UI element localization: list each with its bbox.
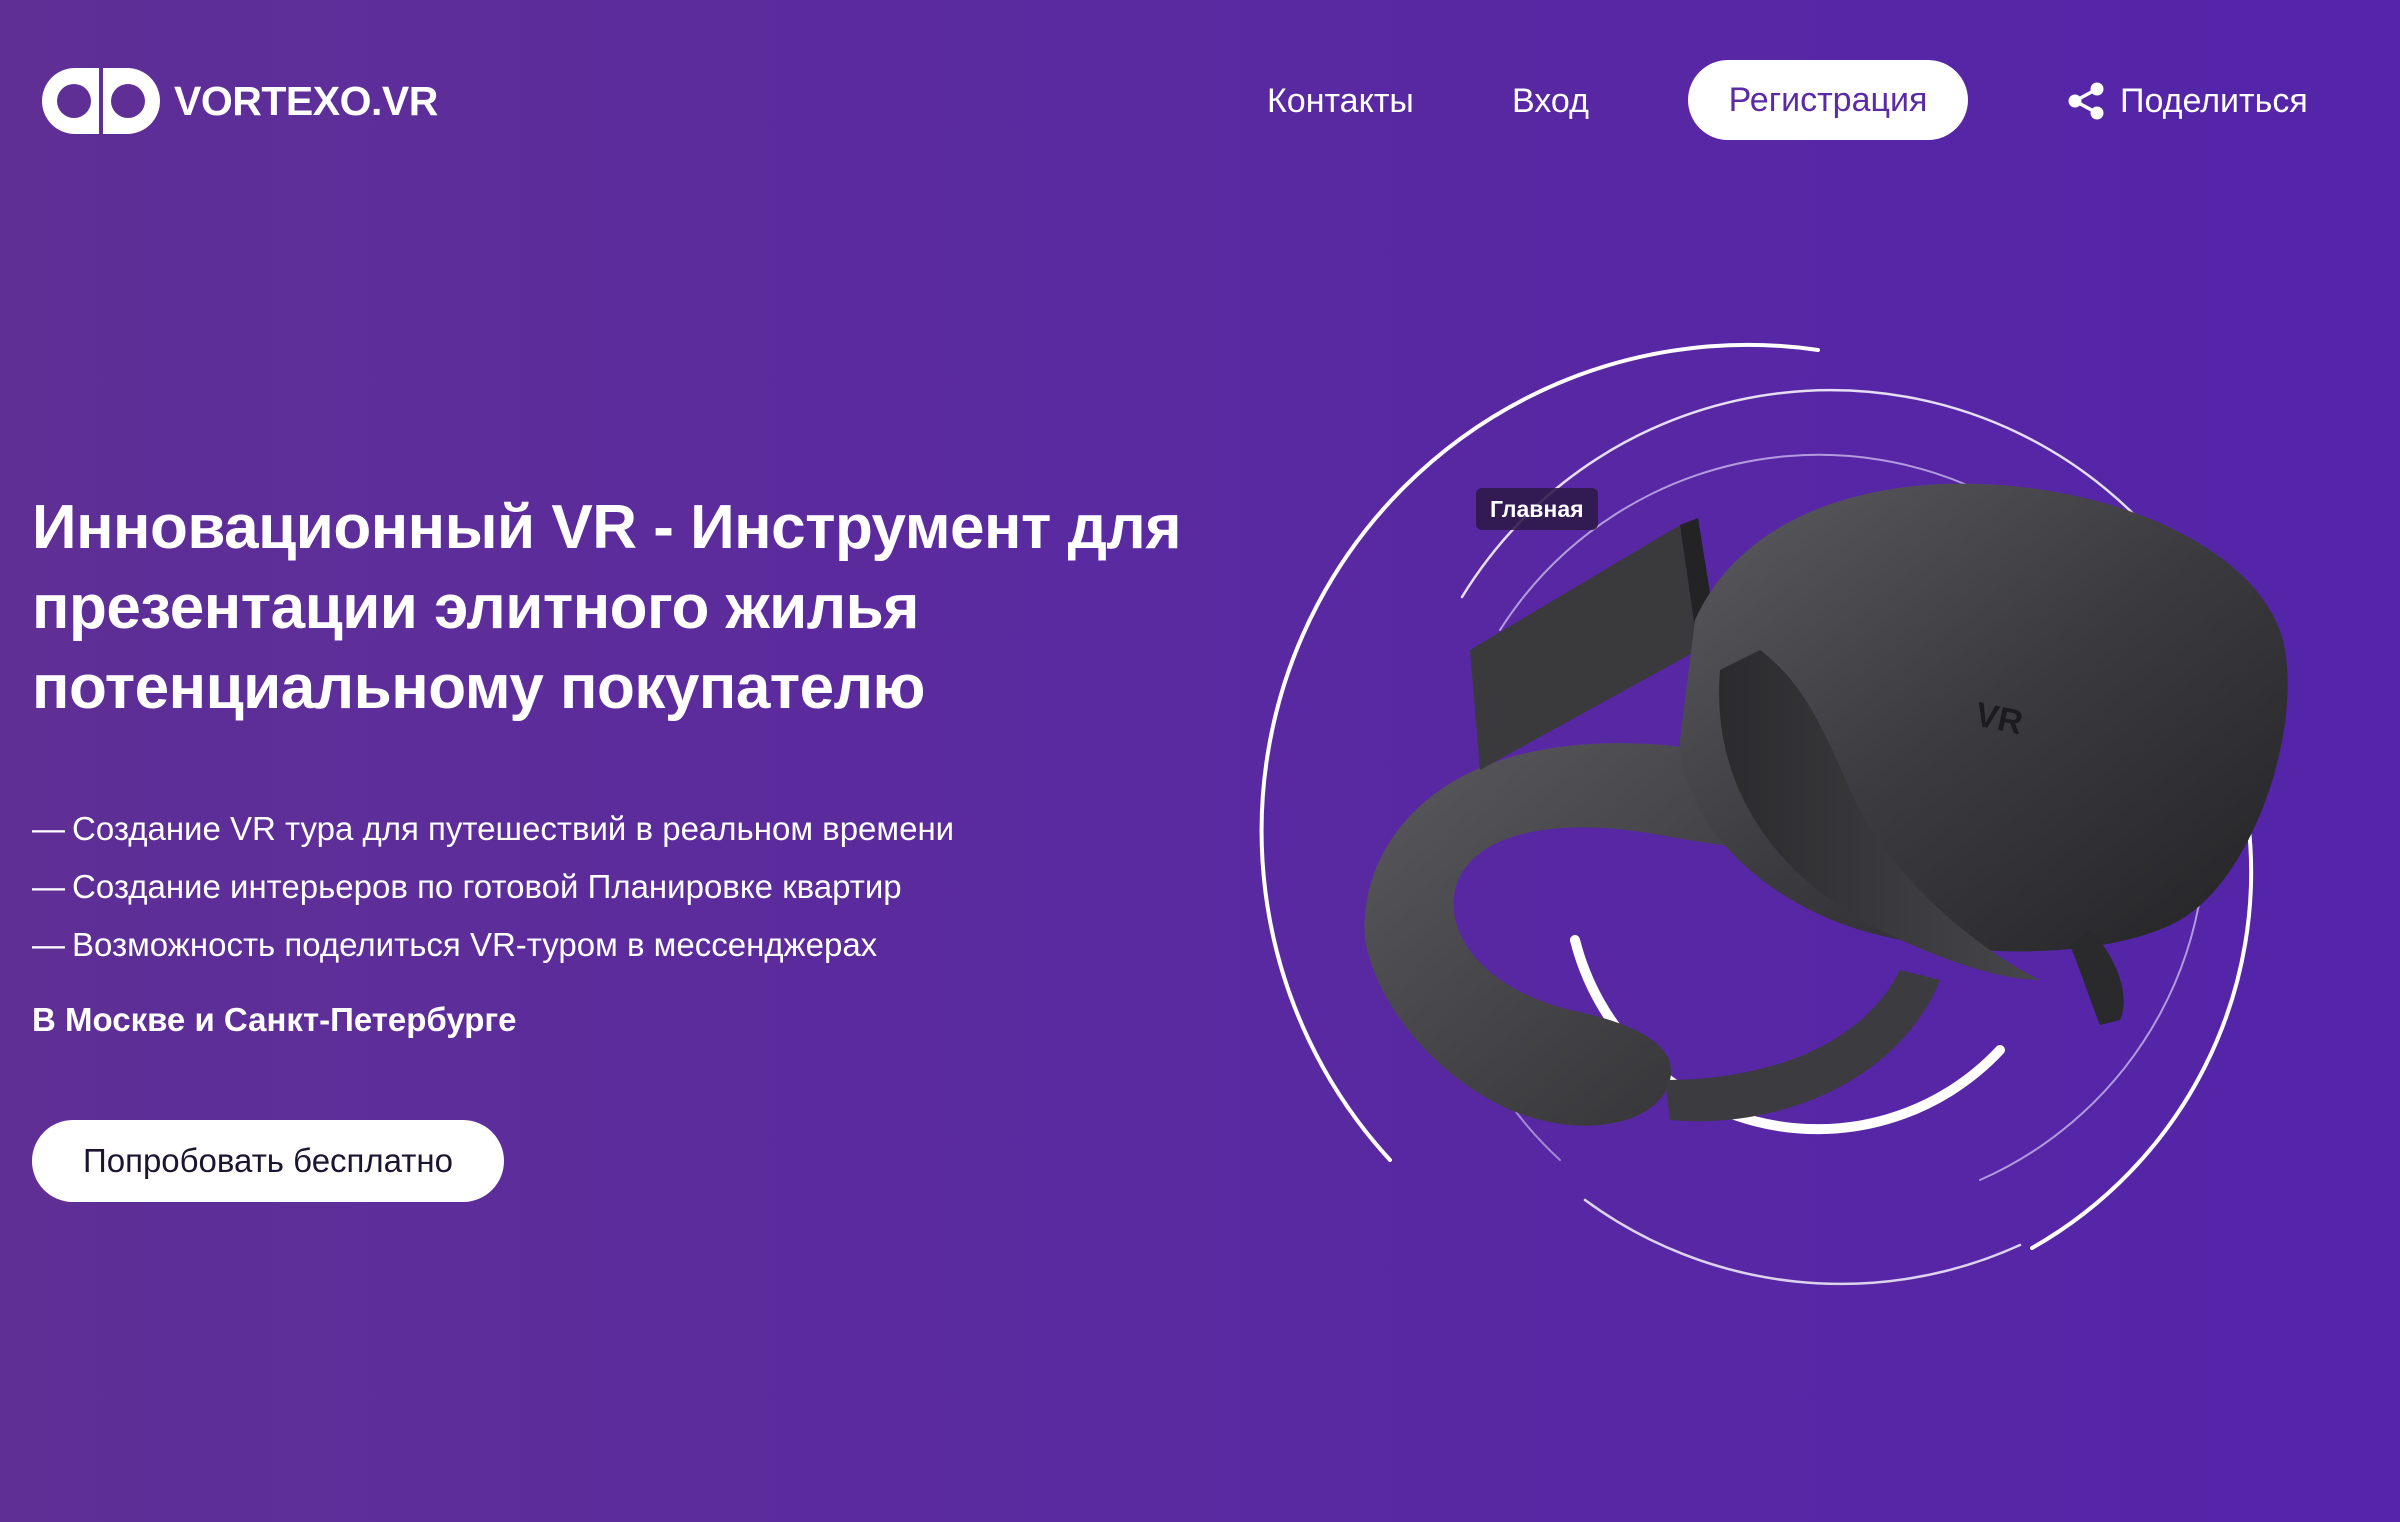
nav-link-login[interactable]: Вход (1512, 76, 1589, 126)
logo-text: VORTEXO.VR (174, 77, 438, 124)
list-item: — Создание интерьеров по готовой Планиров… (32, 858, 954, 916)
site-header: VORTEXO.VR Контакты Вход Регистрация Под… (0, 0, 2400, 200)
list-item: — Возможность поделиться VR-туром в мессе… (32, 916, 954, 974)
hero-title: Инновационный VR - Инструмент для презен… (32, 493, 1182, 722)
list-dash: — (32, 868, 65, 905)
try-free-button[interactable]: Попробовать бесплатно (32, 1120, 504, 1202)
list-item: — Создание VR тура для путешествий в реал… (32, 800, 954, 858)
feature-text: Создание VR тура для путешествий в реаль… (72, 810, 955, 847)
share-icon (2068, 82, 2104, 120)
feature-text: Возможность поделиться VR-туром в мессен… (72, 926, 878, 963)
feature-list: — Создание VR тура для путешествий в реал… (32, 800, 954, 974)
site-logo[interactable]: VORTEXO.VR (42, 68, 438, 134)
feature-text: Создание интерьеров по готовой Планировк… (72, 868, 902, 905)
list-dash: — (32, 810, 65, 847)
share-button[interactable]: Поделиться (2066, 76, 2308, 126)
nav-link-contacts[interactable]: Контакты (1267, 76, 1414, 126)
vr-goggles-logo-icon (42, 68, 160, 134)
register-button[interactable]: Регистрация (1688, 60, 1968, 140)
vr-headset-illustration: VR (1259, 342, 2288, 1286)
cities-note: В Москве и Санкт-Петербурге (32, 1001, 517, 1038)
share-label: Поделиться (2120, 81, 2308, 120)
tooltip-home: Главная (1476, 488, 1598, 530)
list-dash: — (32, 926, 65, 963)
vr-headset: VR (1364, 483, 2288, 1126)
